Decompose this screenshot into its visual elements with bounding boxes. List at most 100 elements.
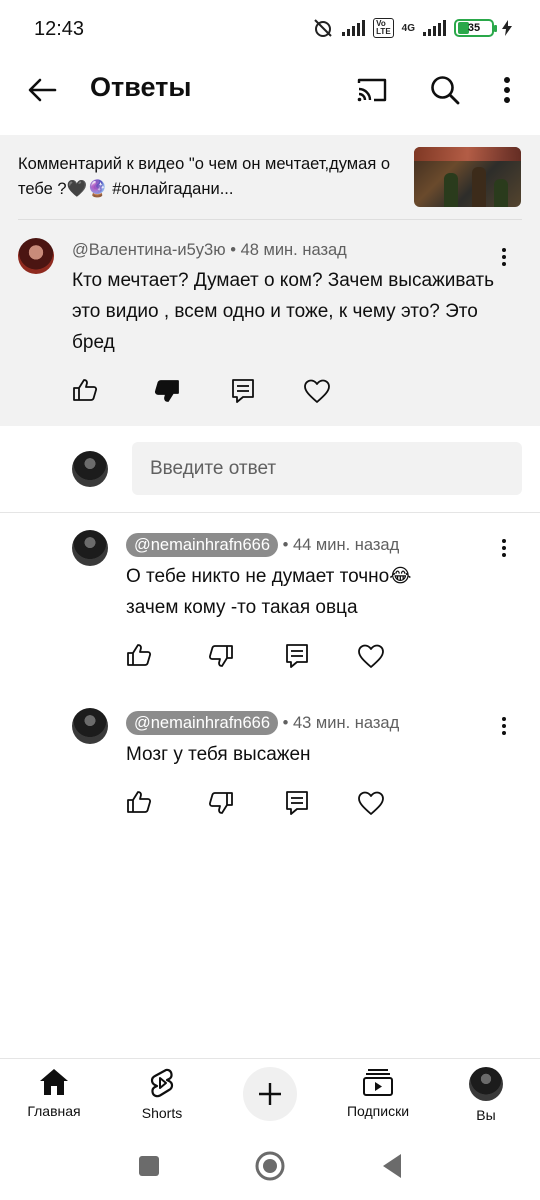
heart-icon [304,379,330,403]
create-button[interactable] [243,1067,297,1121]
status-time: 12:43 [34,18,85,40]
home-system-button[interactable] [254,1150,286,1182]
back-button[interactable] [22,70,62,110]
thumbnail-figure [494,179,508,207]
parent-comment-panel: Комментарий к видео "о чем он мечтает,ду… [0,135,540,426]
comment-more-button[interactable] [492,533,516,563]
battery-level: 35 [467,22,481,34]
comment-time: • 48 мин. назад [230,241,347,259]
current-user-avatar[interactable] [72,451,108,487]
thumbnail-banner [414,147,521,161]
page-title: Ответы [90,72,192,102]
comment-time: • 43 мин. назад [282,714,400,732]
author-chip[interactable]: @nemainhrafn666 [126,533,279,557]
reply-icon [286,791,308,815]
cast-icon [357,78,387,102]
back-arrow-icon [28,78,57,102]
avatar[interactable] [72,530,108,566]
video-thumbnail[interactable] [414,147,521,207]
like-button[interactable] [70,375,100,405]
nav-shorts-label: Shorts [141,1105,183,1121]
like-button[interactable] [124,640,154,670]
heart-button[interactable] [356,641,386,671]
more-vert-icon [502,546,506,550]
search-icon [431,76,460,105]
nav-you-label: Вы [476,1107,496,1123]
reply-button[interactable] [228,376,258,406]
alarm-off-icon [314,19,332,37]
dislike-icon [154,380,179,402]
network-type: 4G [401,22,415,34]
more-menu-button[interactable] [487,70,527,110]
comment-time: • 44 мин. назад [282,536,400,554]
nav-shorts[interactable]: Shorts [117,1067,207,1121]
nav-home[interactable]: Главная [9,1067,99,1119]
home-icon [40,1069,68,1095]
signal-icon-2 [423,20,446,36]
system-navigation-bar [0,1132,540,1200]
app-header: Ответы [0,58,540,120]
search-button[interactable] [425,70,465,110]
dislike-button[interactable] [206,641,236,671]
nav-home-label: Главная [27,1103,81,1119]
dislike-button[interactable] [152,376,182,406]
shorts-icon [150,1068,174,1098]
more-vert-icon [502,255,506,259]
dislike-icon [208,645,233,667]
heart-icon [358,644,384,668]
charging-icon [502,20,512,36]
dislike-icon [208,792,233,814]
more-vert-icon [502,724,506,728]
divider [18,219,522,220]
thumbnail-figure [444,173,458,207]
nav-avatar [469,1067,503,1101]
nav-subscriptions[interactable]: Подписки [333,1067,423,1119]
like-icon [127,644,152,666]
reply-button[interactable] [282,641,312,671]
comment-text: Кто мечтает? Думает о ком? Зачем высажив… [72,270,495,353]
reply-icon [286,644,308,668]
status-icons: Vo LTE 4G 35 [312,18,512,38]
like-icon [127,791,152,813]
heart-button[interactable] [356,788,386,818]
video-context-link[interactable]: Комментарий к видео "о чем он мечтает,ду… [18,152,408,202]
volte-icon: Vo LTE [373,18,394,38]
comment-meta: @nemainhrafn666 • 43 мин. назад [126,711,399,735]
nav-subscriptions-label: Подписки [346,1103,410,1119]
bottom-nav: Главная Shorts Подписки Вы [0,1058,540,1132]
thumbnail-figure [472,167,486,207]
cast-button[interactable] [352,70,392,110]
comment-text: Мозг у тебя высажен [126,744,311,765]
like-icon [73,379,98,401]
nav-you[interactable]: Вы [441,1067,531,1123]
heart-icon [358,791,384,815]
dislike-button[interactable] [206,788,236,818]
subscriptions-icon [363,1069,393,1096]
divider [0,512,540,513]
author-chip[interactable]: @nemainhrafn666 [126,711,279,735]
more-vert-icon [502,248,506,252]
status-bar: 12:43 Vo LTE 4G 35 [0,0,540,58]
avatar[interactable] [72,708,108,744]
more-vert-icon [504,77,510,103]
avatar[interactable] [18,238,54,274]
signal-icon [342,20,366,36]
author-name[interactable]: @Валентина-и5у3ю [72,241,226,259]
reply-input[interactable] [132,442,522,495]
back-triangle-icon [383,1154,401,1178]
comment-more-button[interactable] [492,711,516,741]
reply-icon [232,379,254,403]
heart-button[interactable] [302,376,332,406]
plus-icon [259,1083,281,1105]
more-vert-icon [502,717,506,721]
recents-button[interactable] [133,1150,165,1182]
reply-button[interactable] [282,788,312,818]
recents-icon [139,1156,159,1176]
back-system-button[interactable] [376,1150,408,1182]
like-button[interactable] [124,787,154,817]
comment-text: О тебе никто не думает точно😂 зачем кому… [126,566,412,618]
battery-icon: 35 [454,19,497,37]
more-vert-icon [502,731,506,735]
comment-meta: @Валентина-и5у3ю • 48 мин. назад [72,241,347,260]
home-circle-icon [255,1151,285,1181]
